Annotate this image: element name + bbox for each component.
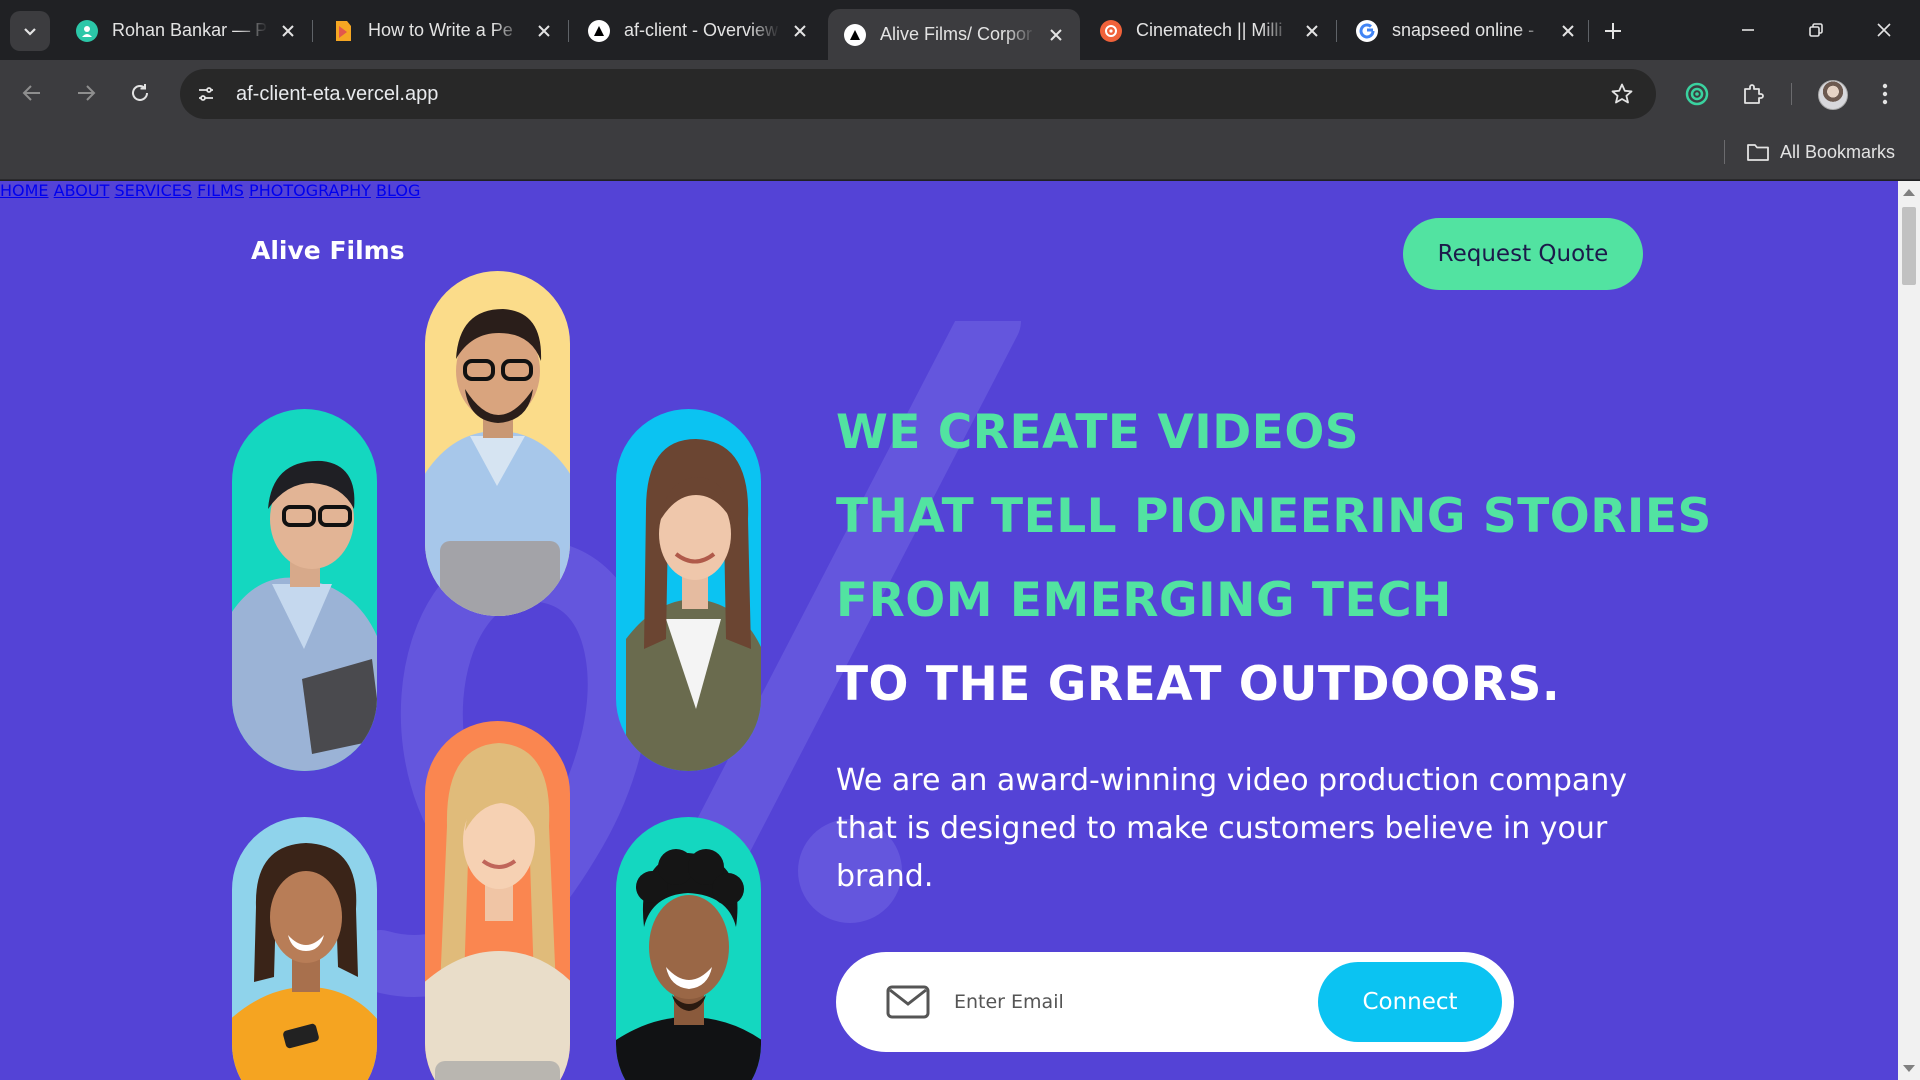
close-icon[interactable]: [532, 19, 556, 43]
person-image: [425, 309, 570, 616]
restore-icon: [1809, 23, 1823, 37]
person-image: [425, 743, 570, 1080]
tab-title: How to Write a Pe: [368, 20, 513, 40]
person-image: [232, 843, 377, 1080]
profile-avatar[interactable]: [1818, 80, 1848, 110]
back-button[interactable]: [14, 75, 50, 111]
tab-title: Alive Films/ Corpor: [880, 24, 1033, 44]
new-tab-button[interactable]: [1596, 14, 1630, 48]
hero-line-2: THAT TELL PIONEERING STORIES: [836, 489, 1712, 544]
email-input[interactable]: [954, 982, 1314, 1022]
tab-divider: [1588, 20, 1589, 42]
person-image: [616, 849, 761, 1080]
portrait-pill-man-laptop: [232, 409, 377, 771]
nav-films[interactable]: FILMS: [197, 181, 244, 200]
person-image: [232, 460, 377, 771]
nav-photography[interactable]: PHOTOGRAPHY: [249, 181, 371, 200]
arrow-right-icon: [78, 85, 96, 101]
close-icon[interactable]: [1556, 19, 1580, 43]
portrait-pill-man-curly: [616, 817, 761, 1080]
brand-logo[interactable]: Alive Films: [251, 236, 405, 265]
document-icon: [332, 20, 354, 42]
all-bookmarks-label: All Bookmarks: [1780, 141, 1896, 162]
url-text[interactable]: af-client-eta.vercel.app: [236, 83, 438, 106]
shield-person-icon: [76, 19, 98, 42]
nav-home[interactable]: HOME: [0, 181, 49, 200]
google-icon: [1356, 19, 1378, 42]
address-bar[interactable]: af-client-eta.vercel.app: [180, 69, 1656, 119]
hero-description: We are an award-winning video production…: [836, 763, 1628, 894]
more-menu-icon[interactable]: [1868, 77, 1902, 111]
reload-button[interactable]: [122, 75, 158, 111]
bookmark-star-icon[interactable]: [1606, 78, 1638, 110]
page-scrollbar[interactable]: [1898, 181, 1920, 1080]
close-icon[interactable]: [276, 19, 300, 43]
browser-tab-active[interactable]: Alive Films/ Corpor: [828, 9, 1080, 60]
hero-line-3: FROM EMERGING TECH: [836, 573, 1452, 628]
close-window-button[interactable]: [1862, 12, 1906, 48]
all-bookmarks-button[interactable]: All Bookmarks: [1746, 138, 1895, 166]
main-nav: HOME ABOUT SERVICES FILMS PHOTOGRAPHY BL…: [0, 181, 1898, 200]
tab-divider: [568, 20, 569, 42]
folder-icon: [1747, 144, 1769, 161]
film-icon: [1100, 19, 1122, 42]
tab-title: af-client - Overview: [624, 20, 779, 40]
mail-icon: [886, 982, 930, 1022]
browser-tab[interactable]: snapseed online -: [1340, 9, 1592, 52]
tab-strip: Rohan Bankar — P How to Write a Pe af-cl…: [0, 0, 1920, 60]
close-icon[interactable]: [1300, 19, 1324, 43]
browser-tab[interactable]: Rohan Bankar — P: [60, 9, 312, 52]
toolbar-divider: [1791, 83, 1792, 105]
portrait-pill-woman-blonde: [425, 721, 570, 1080]
bookmarks-divider: [1724, 140, 1725, 164]
tab-search-button[interactable]: [10, 11, 50, 51]
plus-icon: [1605, 23, 1621, 39]
scroll-down-arrow-icon[interactable]: [1903, 1065, 1915, 1072]
scroll-up-arrow-icon[interactable]: [1903, 189, 1915, 196]
tab-title: Rohan Bankar — P: [112, 20, 268, 40]
site-settings-icon[interactable]: [188, 76, 224, 112]
extensions-puzzle-icon[interactable]: [1736, 77, 1770, 111]
scrollbar-thumb[interactable]: [1902, 207, 1916, 285]
minimize-icon: [1742, 29, 1754, 31]
browser-tab[interactable]: af-client - Overview: [572, 9, 824, 52]
bookmarks-bar: All Bookmarks: [0, 126, 1920, 180]
tab-title: snapseed online -: [1392, 20, 1535, 40]
vercel-triangle-icon: [844, 23, 866, 46]
portrait-pill-man-glasses: [425, 271, 570, 616]
hero-line-1: WE CREATE VIDEOS: [836, 405, 1360, 460]
nav-about[interactable]: ABOUT: [54, 181, 110, 200]
close-icon[interactable]: [1044, 23, 1068, 47]
minimize-button[interactable]: [1726, 12, 1770, 48]
browser-toolbar: af-client-eta.vercel.app: [0, 60, 1920, 126]
restore-button[interactable]: [1794, 12, 1838, 48]
close-icon: [1877, 23, 1891, 37]
nav-services[interactable]: SERVICES: [114, 181, 192, 200]
tab-title: Cinematech || Milli: [1136, 20, 1283, 40]
connect-button[interactable]: Connect: [1318, 962, 1502, 1042]
browser-tab[interactable]: Cinematech || Milli: [1084, 9, 1336, 52]
request-quote-button[interactable]: Request Quote: [1403, 218, 1643, 290]
page-viewport: Alive Films HOME ABOUT SERVICES FILMS PH…: [0, 181, 1898, 1080]
browser-tab[interactable]: How to Write a Pe: [316, 9, 568, 52]
reload-icon: [132, 84, 148, 101]
person-image: [626, 439, 761, 771]
chevron-down-icon: [24, 28, 36, 36]
portrait-pill-woman-phone: [232, 817, 377, 1080]
hero-line-4: TO THE GREAT OUTDOORS.: [836, 657, 1561, 712]
extension-target-icon[interactable]: [1680, 77, 1714, 111]
tab-divider: [312, 20, 313, 42]
nav-blog[interactable]: BLOG: [376, 181, 420, 200]
portrait-pill-woman-jacket: [616, 409, 761, 771]
forward-button[interactable]: [68, 75, 104, 111]
arrow-left-icon: [22, 85, 40, 101]
tab-divider: [1336, 20, 1337, 42]
email-signup-form: Connect: [836, 952, 1514, 1052]
close-icon[interactable]: [788, 19, 812, 43]
vercel-triangle-icon: [588, 19, 610, 42]
